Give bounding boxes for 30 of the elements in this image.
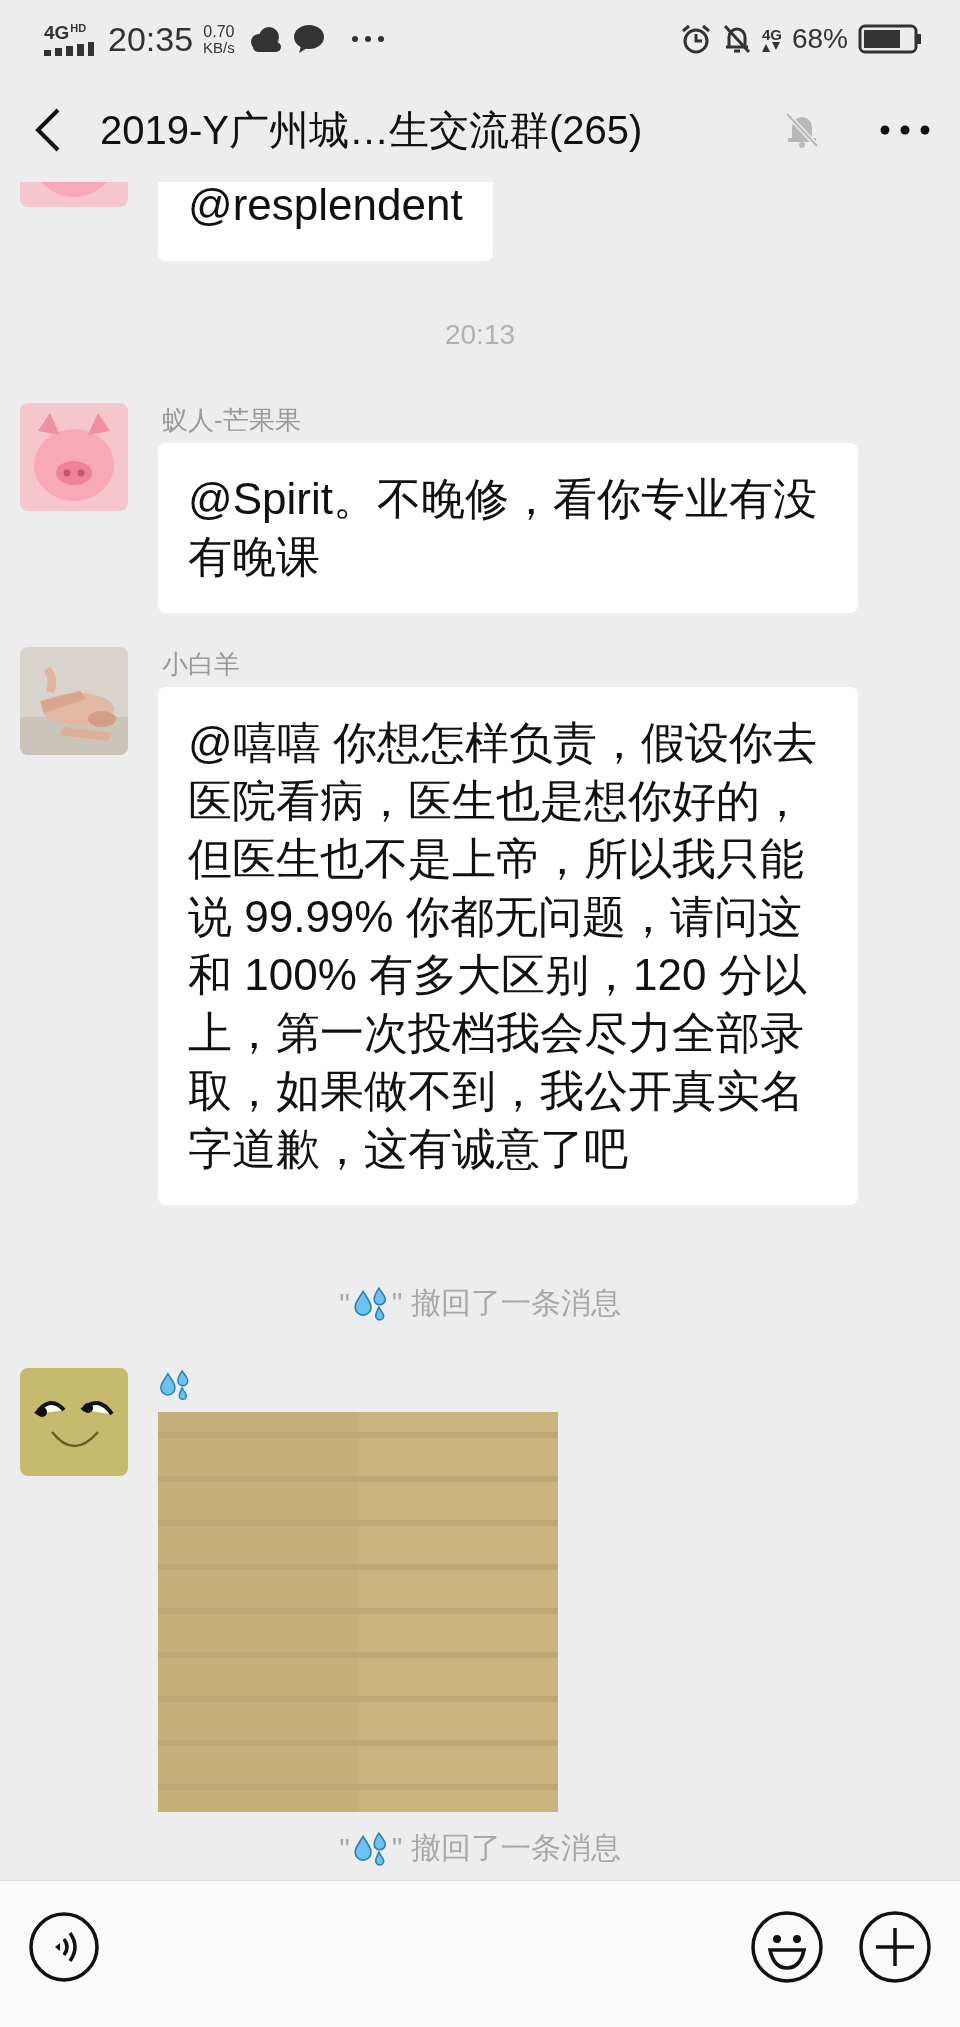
battery-icon [858, 24, 922, 54]
chat-title: 2019-Y广州城…生交流群(265) [100, 106, 643, 154]
network-label: HD [70, 22, 87, 34]
recall-notice: " " 撤回了一条消息 [339, 1283, 621, 1324]
alarm-icon [679, 23, 712, 55]
sender-name: 蚁人-芒果果 [162, 404, 301, 437]
network-label: 4G [44, 22, 70, 42]
data-arrows-icon [761, 41, 780, 52]
network-type: 4G [761, 26, 782, 42]
timestamp: 20:13 [443, 319, 517, 351]
back-icon[interactable] [34, 108, 62, 152]
emoji-icon[interactable] [750, 1909, 824, 1984]
plus-icon[interactable] [858, 1909, 932, 1984]
more-icon [350, 35, 385, 43]
signal-icon [44, 41, 94, 56]
voice-icon[interactable] [28, 1910, 100, 1983]
message-bubble[interactable]: @Spirit。不晚修，看你专业有没有晚课 [158, 443, 858, 613]
clock: 20:35 [108, 19, 194, 59]
bell-off-icon [721, 23, 752, 55]
more-icon[interactable] [880, 125, 930, 135]
chat-icon [292, 24, 325, 54]
message-bubble[interactable]: @resplendent [158, 182, 493, 261]
recall-notice: " " 撤回了一条消息 [339, 1828, 621, 1869]
cloud-icon [248, 26, 283, 52]
sender-name: 小白羊 [162, 648, 240, 681]
speed-unit: KB/s [203, 39, 235, 55]
battery-percent: 68% [791, 23, 848, 55]
speed-value: 0.70 [203, 23, 235, 40]
smiley-avatar[interactable] [20, 1368, 128, 1476]
message-bubble[interactable]: @嘻嘻 你想怎样负责，假设你去医院看病，医生也是想你好的，但医生也不是上帝，所以我只能说 99.99% 你都无问题，请问这和 100% 有多大区别，120 分以上，第一次投档我会尽力全部录取，如果做不到，我公开真实名字道歉，这有诚意了吧 [158, 687, 858, 1205]
